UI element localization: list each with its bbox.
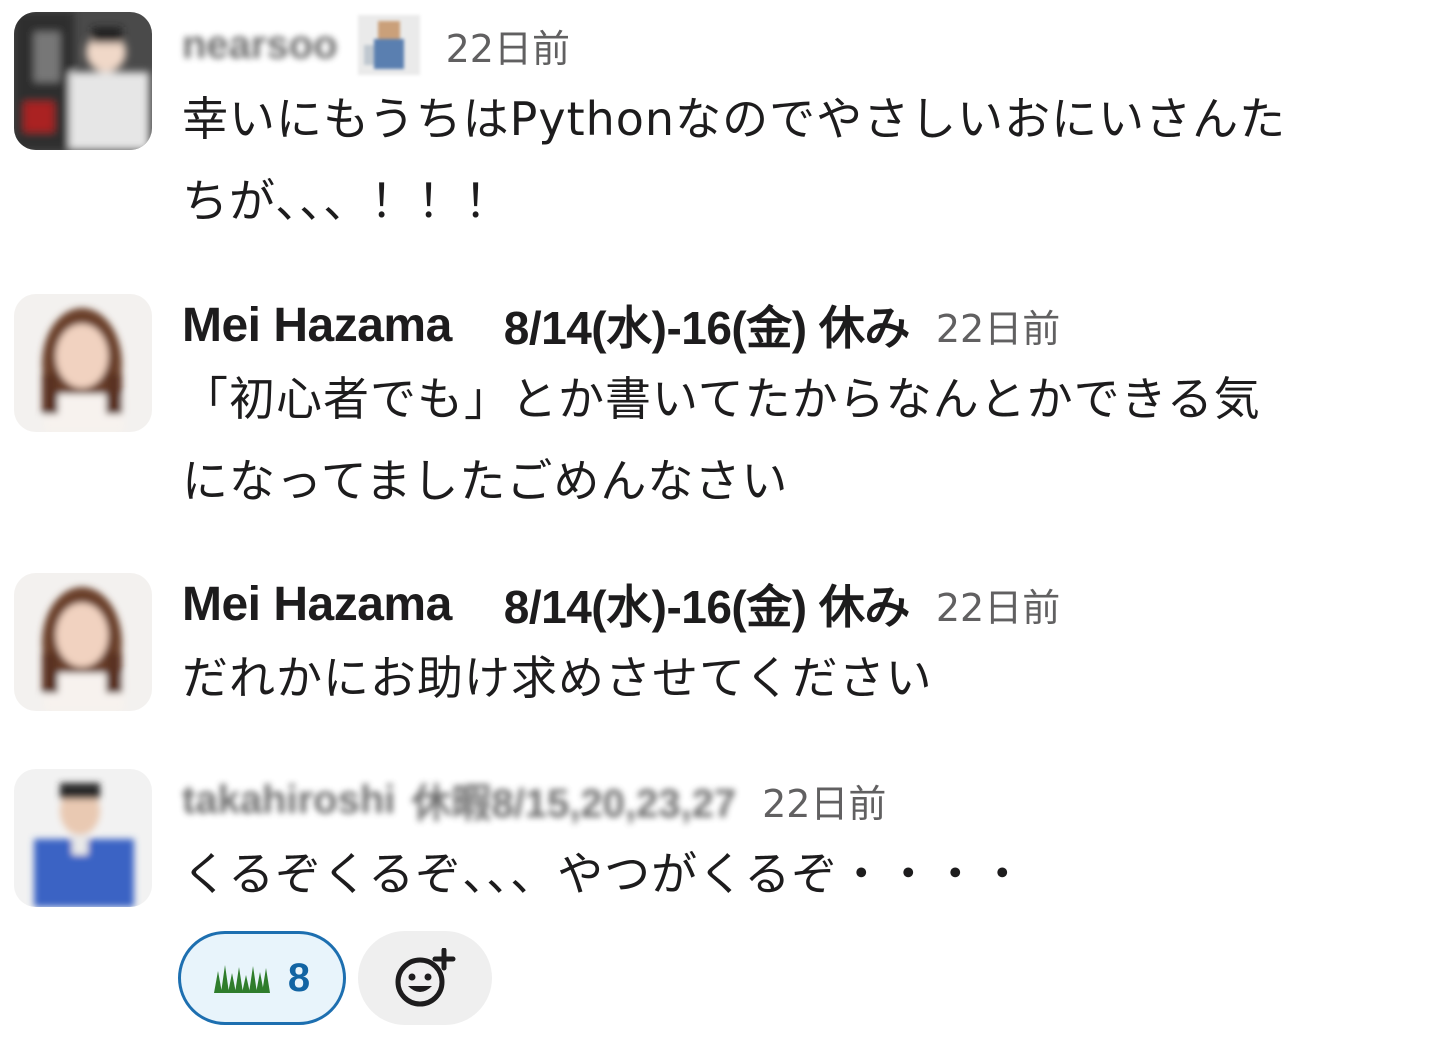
message-header: Mei Hazama 8/14(水)-16(金) 休み 22日前 xyxy=(182,571,1410,637)
avatar-image xyxy=(14,12,152,150)
avatar-image xyxy=(14,573,152,711)
avatar[interactable] xyxy=(14,294,152,432)
status-text: 休暇8/15,20,23,27 xyxy=(411,782,737,826)
reaction-pill[interactable]: 8 xyxy=(178,931,346,1025)
timestamp[interactable]: 22日前 xyxy=(762,773,886,828)
add-reaction-icon xyxy=(395,948,456,1007)
message-feed: nearsoo 22日前 幸いにもうちはPythonなのでやさしいおにいさんた … xyxy=(0,0,1440,1044)
avatar[interactable] xyxy=(14,769,152,907)
avatar-image xyxy=(14,769,152,907)
message-text: だれかにお助け求めさせてください xyxy=(182,651,933,705)
grass-emoji-icon xyxy=(213,965,270,993)
status-emoji-icon xyxy=(357,15,420,75)
avatar[interactable] xyxy=(14,12,152,150)
avatar[interactable] xyxy=(14,573,152,711)
status-text: 8/14(水)-16(金) 休み xyxy=(503,302,911,354)
avatar-image xyxy=(14,294,152,432)
reactions-bar: 8 xyxy=(178,931,1410,1025)
message-text: 「初心者でも」とか書いてたからなんとかできる気 になってましたごめんなさい xyxy=(182,372,1261,508)
author-name[interactable]: Mei Hazama xyxy=(182,298,452,353)
author-name[interactable]: Mei Hazama xyxy=(182,577,452,632)
reaction-count: 8 xyxy=(287,955,311,1000)
add-reaction-button[interactable] xyxy=(358,931,492,1025)
status-text: 8/14(水)-16(金) 休み xyxy=(503,581,911,633)
author-name[interactable]: nearsoo xyxy=(182,23,338,68)
author-name[interactable]: takahiroshi xyxy=(182,778,395,823)
message-header: nearsoo 22日前 xyxy=(182,12,1410,78)
message-text: くるぞくるぞ、、、やつがくるぞ・・・・ xyxy=(182,847,1027,901)
timestamp[interactable]: 22日前 xyxy=(936,577,1060,632)
message-header: takahiroshi 休暇8/15,20,23,27 22日前 xyxy=(182,767,1410,833)
timestamp[interactable]: 22日前 xyxy=(446,18,570,73)
message-text: 幸いにもうちはPythonなのでやさしいおにいさんた ちが、、、！！！ xyxy=(182,92,1287,228)
timestamp[interactable]: 22日前 xyxy=(936,298,1060,353)
message-header: Mei Hazama 8/14(水)-16(金) 休み 22日前 xyxy=(182,292,1410,358)
